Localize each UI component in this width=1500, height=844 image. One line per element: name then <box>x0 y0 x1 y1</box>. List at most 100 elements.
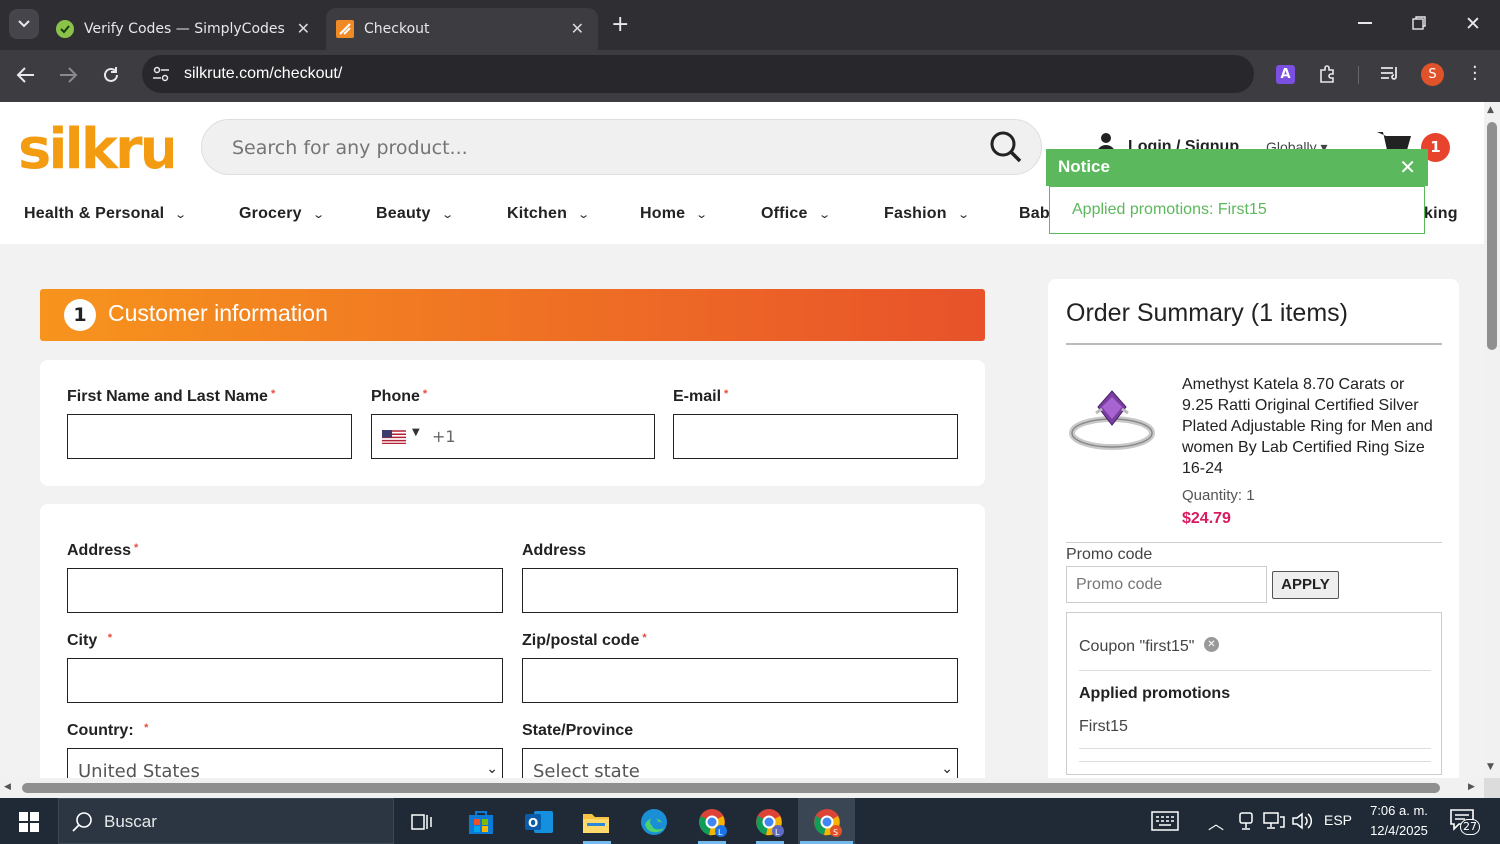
restore-icon <box>1412 16 1426 30</box>
scroll-up-arrow[interactable]: ▲ <box>1487 105 1494 115</box>
show-hidden-icons-chevron-icon[interactable]: ︿ <box>1208 810 1224 834</box>
applied-promotion-value: First15 <box>1079 718 1128 735</box>
keyboard-layout-icon[interactable] <box>1151 811 1179 831</box>
close-tab-icon[interactable]: ✕ <box>571 21 584 37</box>
address-panel: Address * Address City * Zip/postal code *… <box>40 504 985 778</box>
address-bar[interactable]: silkrute.com/checkout/ <box>142 55 1254 93</box>
product-quantity: Quantity: 1 <box>1182 487 1255 504</box>
zip-label-text: Zip/postal code <box>522 632 640 649</box>
zip-label: Zip/postal code * <box>522 632 647 650</box>
task-view-button[interactable] <box>399 804 445 840</box>
horizontal-scroll-thumb[interactable] <box>22 783 1440 793</box>
reload-icon[interactable] <box>101 65 121 85</box>
country-code-chevron-icon[interactable]: ▼ <box>412 427 420 438</box>
country-label: Country: * <box>67 722 148 740</box>
chevron-down-icon: ⌄ <box>817 209 831 221</box>
product-thumbnail[interactable] <box>1068 383 1156 455</box>
notification-center-button[interactable]: 27 <box>1450 809 1480 835</box>
microsoft-store-icon[interactable] <box>458 804 504 840</box>
network-icon[interactable] <box>1263 811 1285 831</box>
address-label: Address * <box>67 542 138 560</box>
phone-prefix: +1 <box>432 427 456 446</box>
nav-fashion[interactable]: Fashion ⌄ <box>884 205 970 223</box>
close-notice-icon[interactable]: ✕ <box>1399 155 1416 180</box>
address2-field[interactable] <box>522 568 958 613</box>
us-flag-icon[interactable] <box>382 430 406 444</box>
applied-promotions-title: Applied promotions <box>1079 685 1231 702</box>
vertical-scrollbar[interactable]: ▲ ▼ <box>1484 102 1500 778</box>
nav-grocery[interactable]: Grocery ⌄ <box>239 205 326 223</box>
media-control-icon[interactable] <box>1380 65 1400 83</box>
nav-kitchen[interactable]: Kitchen ⌄ <box>507 205 590 223</box>
profile-avatar[interactable]: S <box>1421 63 1444 86</box>
edge-icon[interactable] <box>631 804 677 840</box>
search-input[interactable] <box>232 134 972 162</box>
outlook-icon[interactable]: O <box>516 804 562 840</box>
country-select[interactable]: United States ⌄ <box>67 748 503 778</box>
tab-checkout[interactable]: Checkout ✕ <box>326 8 598 50</box>
apply-promo-button[interactable]: APPLY <box>1272 571 1339 599</box>
phone-field[interactable]: ▼ +1 <box>371 414 655 459</box>
nav-tail[interactable]: king <box>1424 205 1458 223</box>
forward-icon[interactable] <box>58 66 78 84</box>
vertical-scroll-thumb[interactable] <box>1487 122 1497 350</box>
site-settings-icon[interactable] <box>152 65 170 83</box>
product-name[interactable]: Amethyst Katela 8.70 Carats or 9.25 Ratt… <box>1182 374 1434 479</box>
city-field[interactable] <box>67 658 503 703</box>
close-tab-icon[interactable]: ✕ <box>297 21 310 37</box>
nav-label: Beauty <box>376 205 431 222</box>
scroll-right-arrow[interactable]: ▶ <box>1468 782 1475 792</box>
search-icon[interactable] <box>989 130 1023 164</box>
nav-health-personal[interactable]: Health & Personal ⌄ <box>24 205 187 223</box>
minimize-button[interactable] <box>1358 22 1372 24</box>
notification-count-badge: 27 <box>1460 819 1480 835</box>
logo-text: silkrute <box>18 117 173 172</box>
name-field[interactable] <box>67 414 352 459</box>
silkrute-favicon-icon <box>336 20 354 38</box>
required-mark: * <box>724 388 729 400</box>
nav-beauty[interactable]: Beauty ⌄ <box>376 205 454 223</box>
extension-a-icon[interactable]: A <box>1276 65 1295 84</box>
new-tab-button[interactable]: + <box>611 12 629 37</box>
tab-title: Verify Codes — SimplyCodes <box>84 21 285 37</box>
restore-button[interactable] <box>1412 16 1426 30</box>
tab-verify-codes[interactable]: Verify Codes — SimplyCodes ✕ <box>44 8 324 50</box>
required-mark: * <box>144 722 149 734</box>
back-icon[interactable] <box>16 66 36 84</box>
chrome-profile-s-icon[interactable]: S <box>804 804 850 840</box>
state-value: Select state <box>533 761 640 778</box>
address-field[interactable] <box>67 568 503 613</box>
promo-code-label: Promo code <box>1066 546 1153 563</box>
chrome-profile-l-icon[interactable]: L <box>689 804 735 840</box>
contact-info-panel: First Name and Last Name * Phone * ▼ +1 E-… <box>40 360 985 486</box>
scroll-down-arrow[interactable]: ▼ <box>1487 762 1494 772</box>
input-language[interactable]: ESP <box>1324 812 1352 828</box>
chrome-profile-l2-icon[interactable]: L <box>746 804 792 840</box>
state-select[interactable]: Select state ⌄ <box>522 748 958 778</box>
silkrute-logo[interactable]: silkrute <box>18 116 173 172</box>
notice-toast: Notice ✕ Applied promotions: First15 <box>1046 149 1428 234</box>
promo-divider <box>1079 761 1431 762</box>
chevron-down-icon: ⌄ <box>311 209 326 221</box>
start-button[interactable] <box>6 804 52 840</box>
taskbar-search-box[interactable]: Buscar <box>58 798 394 844</box>
country-value: United States <box>78 761 200 778</box>
nav-home[interactable]: Home ⌄ <box>640 205 708 223</box>
email-label: E-mail * <box>673 388 728 406</box>
file-explorer-icon[interactable] <box>573 804 619 840</box>
horizontal-scrollbar[interactable]: ◀ ▶ <box>0 778 1484 798</box>
volume-icon[interactable] <box>1291 811 1313 831</box>
clock[interactable]: 7:06 a. m. 12/4/2025 <box>1364 801 1434 841</box>
tab-search-button[interactable] <box>9 9 39 39</box>
zip-field[interactable] <box>522 658 958 703</box>
nav-office[interactable]: Office ⌄ <box>761 205 831 223</box>
email-field[interactable] <box>673 414 958 459</box>
remove-coupon-icon[interactable]: ✕ <box>1204 637 1219 652</box>
meet-now-icon[interactable] <box>1237 811 1255 831</box>
promo-code-input[interactable] <box>1066 566 1267 603</box>
extensions-puzzle-icon[interactable] <box>1318 64 1338 84</box>
scroll-left-arrow[interactable]: ◀ <box>4 782 11 792</box>
browser-menu-icon[interactable]: · · · <box>1472 59 1478 89</box>
close-window-button[interactable]: ✕ <box>1465 13 1481 35</box>
step-header-customer-info: 1 Customer information <box>40 289 985 341</box>
